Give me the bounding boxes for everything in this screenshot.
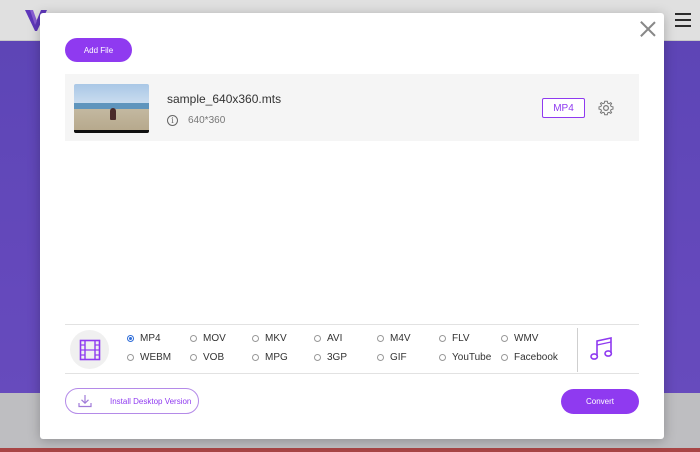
format-option-mpg[interactable]: MPG <box>252 352 288 363</box>
radio-button[interactable] <box>501 354 508 361</box>
radio-button[interactable] <box>190 354 197 361</box>
film-icon[interactable] <box>70 330 109 369</box>
converter-dialog: Add File sample_640x360.mts i 640*360 MP… <box>40 13 664 439</box>
close-icon[interactable] <box>640 21 656 37</box>
format-option-flv[interactable]: FLV <box>439 333 470 344</box>
radio-button[interactable] <box>314 335 321 342</box>
file-resolution: 640*360 <box>188 115 226 126</box>
file-name: sample_640x360.mts <box>167 92 282 106</box>
download-icon <box>78 395 92 408</box>
install-desktop-button[interactable]: Install Desktop Version <box>65 388 199 414</box>
format-option-gif[interactable]: GIF <box>377 352 407 363</box>
radio-button[interactable] <box>190 335 197 342</box>
format-option-avi[interactable]: AVI <box>314 333 342 344</box>
format-option-vob[interactable]: VOB <box>190 352 224 363</box>
gear-icon[interactable] <box>598 100 614 116</box>
radio-button[interactable] <box>439 335 446 342</box>
format-option-wmv[interactable]: WMV <box>501 333 538 344</box>
format-option-youtube[interactable]: YouTube <box>439 352 491 363</box>
radio-button[interactable] <box>252 335 259 342</box>
format-option-m4v[interactable]: M4V <box>377 333 411 344</box>
format-option-mov[interactable]: MOV <box>190 333 226 344</box>
format-option-webm[interactable]: WEBM <box>127 352 171 363</box>
video-thumbnail <box>74 84 149 133</box>
radio-button[interactable] <box>127 335 134 342</box>
convert-button[interactable]: Convert <box>561 389 639 414</box>
radio-button[interactable] <box>501 335 508 342</box>
add-file-button[interactable]: Add File <box>65 38 132 62</box>
format-divider <box>577 328 578 372</box>
format-selector: MP4 MOV MKV AVI M4V FLV WMV WEBM VOB MPG… <box>65 324 639 374</box>
format-option-mp4[interactable]: MP4 <box>127 333 161 344</box>
radio-button[interactable] <box>377 335 384 342</box>
radio-button[interactable] <box>439 354 446 361</box>
radio-button[interactable] <box>252 354 259 361</box>
info-icon[interactable]: i <box>167 115 178 126</box>
music-note-icon[interactable] <box>589 335 615 363</box>
output-format-button[interactable]: MP4 <box>542 98 585 118</box>
radio-button[interactable] <box>314 354 321 361</box>
format-option-3gp[interactable]: 3GP <box>314 352 347 363</box>
radio-button[interactable] <box>127 354 134 361</box>
install-label: Install Desktop Version <box>110 397 192 406</box>
format-option-facebook[interactable]: Facebook <box>501 352 558 363</box>
format-option-mkv[interactable]: MKV <box>252 333 287 344</box>
file-row: sample_640x360.mts i 640*360 MP4 <box>65 74 639 141</box>
radio-button[interactable] <box>377 354 384 361</box>
